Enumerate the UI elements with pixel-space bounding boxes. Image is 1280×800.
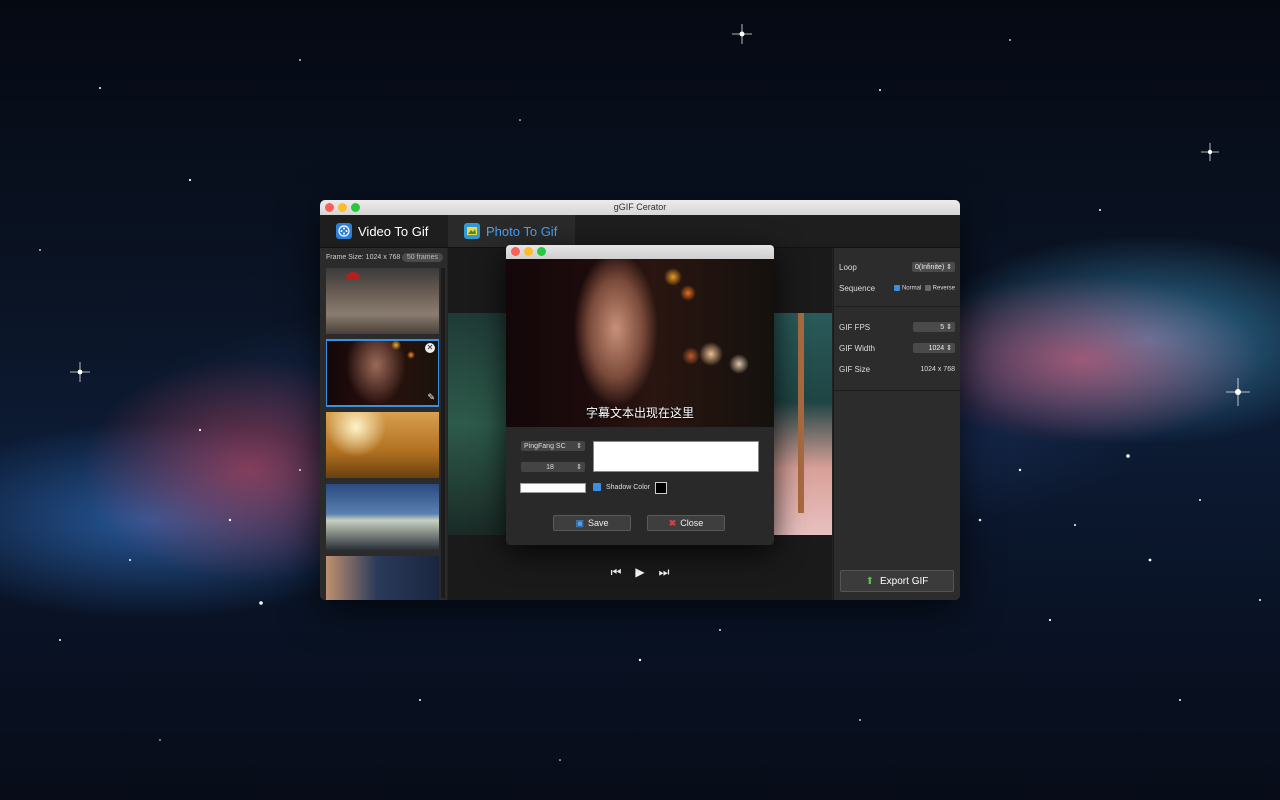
tab-bar: Video To Gif Photo To Gif: [320, 215, 960, 248]
frame-sidebar: Frame Size: 1024 x 768 50 frames ✕ ✎: [320, 248, 447, 600]
caption-preview-image: 字幕文本出现在这里: [506, 259, 774, 427]
floppy-disk-icon: ▣: [575, 517, 584, 528]
close-label: Close: [680, 518, 704, 528]
dialog-minimize-dot[interactable]: [524, 247, 533, 256]
caption-editor-dialog: 字幕文本出现在这里 PingFang SC ⇕ 18 ⇕ Shadow Color …: [506, 245, 774, 545]
edit-frame-icon[interactable]: ✎: [427, 392, 435, 403]
photo-icon: [464, 223, 480, 239]
loop-stepper[interactable]: 0(Infinite) ⇕: [912, 262, 955, 272]
tab-video-label: Video To Gif: [358, 223, 429, 239]
film-reel-icon: [336, 223, 352, 239]
preview-image-left: [448, 313, 508, 535]
fps-label: GIF FPS: [839, 322, 871, 332]
thumbnail-frame-3[interactable]: [326, 412, 439, 478]
width-stepper[interactable]: 1024 ⇕: [913, 343, 955, 353]
playback-controls: ⏮ ▶ ⏭: [448, 565, 832, 580]
shadow-color-checkbox[interactable]: [593, 483, 601, 491]
export-icon: ⬆: [865, 575, 875, 587]
next-frame-icon[interactable]: ⏭: [659, 565, 670, 580]
frame-size-label: Frame Size: 1024 x 768: [326, 253, 401, 261]
thumbnail-scrollbar[interactable]: [441, 268, 445, 598]
settings-panel: Loop 0(Infinite) ⇕ Sequence Normal Rever…: [833, 248, 960, 600]
thumbnail-frame-2-selected[interactable]: ✕ ✎: [326, 339, 439, 407]
text-color-well[interactable]: [520, 483, 586, 493]
thumbnail-frame-5[interactable]: [326, 556, 439, 600]
dialog-title-bar: [506, 245, 774, 259]
previous-frame-icon[interactable]: ⏮: [611, 565, 622, 580]
tab-photo-to-gif[interactable]: Photo To Gif: [448, 215, 575, 247]
dialog-close-dot[interactable]: [511, 247, 520, 256]
reverse-label: Reverse: [932, 285, 955, 292]
shadow-color-row: Shadow Color: [593, 483, 650, 491]
title-bar: gGIF Cerator: [320, 200, 960, 215]
tab-photo-label: Photo To Gif: [486, 223, 558, 239]
export-label: Export GIF: [880, 575, 929, 587]
frame-count-badge: 50 frames: [401, 252, 443, 262]
export-gif-button[interactable]: ⬆ Export GIF: [840, 570, 954, 592]
normal-label: Normal: [901, 285, 922, 292]
tab-video-to-gif[interactable]: Video To Gif: [320, 215, 447, 247]
preview-image-right: [772, 313, 832, 535]
fps-row: GIF FPS 5 ⇕: [839, 320, 955, 334]
normal-checkbox[interactable]: [893, 284, 900, 291]
thumbnail-list[interactable]: ✕ ✎: [326, 268, 439, 600]
sequence-label: Sequence: [839, 283, 876, 293]
caption-preview-text: 字幕文本出现在这里: [585, 406, 694, 420]
window-title: gGIF Cerator: [613, 202, 667, 212]
loop-row: Loop 0(Infinite) ⇕: [839, 260, 955, 274]
save-button[interactable]: ▣ Save: [553, 515, 631, 531]
play-icon[interactable]: ▶: [635, 565, 644, 580]
font-size-value: 18: [546, 463, 554, 471]
dialog-zoom-dot[interactable]: [537, 247, 546, 256]
close-window-button[interactable]: [325, 203, 334, 212]
loop-label: Loop: [839, 262, 857, 272]
font-family-value: PingFang SC: [524, 442, 566, 450]
shadow-color-well[interactable]: [655, 482, 667, 494]
shadow-color-label: Shadow Color: [606, 483, 650, 491]
width-row: GIF Width 1024 ⇕: [839, 341, 955, 355]
close-button[interactable]: ✖ Close: [647, 515, 725, 531]
fps-stepper[interactable]: 5 ⇕: [913, 322, 955, 332]
save-label: Save: [588, 518, 609, 528]
font-family-select[interactable]: PingFang SC ⇕: [521, 441, 585, 451]
width-label: GIF Width: [839, 343, 876, 353]
size-row: GIF Size 1024 x 768: [839, 362, 955, 376]
font-size-select[interactable]: 18 ⇕: [521, 462, 585, 472]
size-value: 1024 x 768: [920, 365, 955, 373]
thumbnail-frame-4[interactable]: [326, 484, 439, 550]
width-value: 1024: [928, 345, 945, 352]
close-x-icon: ✖: [668, 517, 677, 528]
loop-value: 0(Infinite): [915, 264, 945, 271]
minimize-window-button[interactable]: [338, 203, 347, 212]
reverse-checkbox[interactable]: [924, 284, 931, 291]
remove-frame-icon[interactable]: ✕: [425, 343, 435, 353]
caption-text-input[interactable]: [593, 441, 759, 472]
zoom-window-button[interactable]: [351, 203, 360, 212]
sequence-row: Sequence Normal Reverse: [839, 281, 955, 295]
fps-value: 5: [940, 324, 945, 331]
frame-info-bar: Frame Size: 1024 x 768 50 frames: [320, 248, 447, 266]
thumbnail-frame-1[interactable]: [326, 268, 439, 334]
size-label: GIF Size: [839, 364, 871, 374]
